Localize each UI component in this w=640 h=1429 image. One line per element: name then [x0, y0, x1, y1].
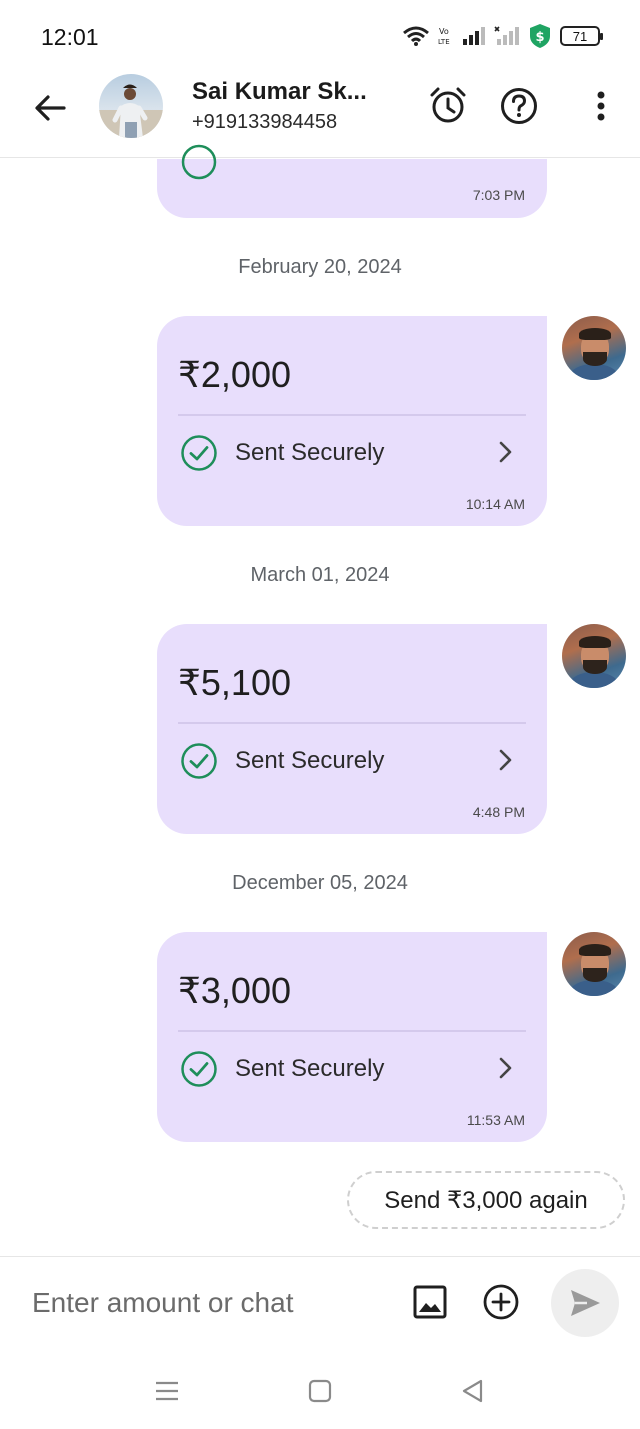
date-separator: December 05, 2024: [232, 872, 408, 894]
send-again-label: Send ₹3,000 again: [384, 1186, 588, 1214]
menu-icon[interactable]: [153, 1377, 181, 1405]
payment-status: Sent Securely: [235, 439, 385, 466]
battery-icon: 71: [560, 26, 603, 46]
sender-avatar: [562, 624, 626, 688]
bubble-divider: [178, 722, 526, 724]
bubble-time: 4:48 PM: [472, 804, 525, 820]
status-time: 12:01: [41, 24, 99, 50]
home-square-icon[interactable]: [306, 1377, 334, 1405]
bubble-time: 10:14 AM: [465, 496, 525, 512]
bubble-divider: [178, 1030, 526, 1032]
payment-status: Sent Securely: [235, 1055, 385, 1082]
check-circle-icon: [181, 435, 217, 471]
chat-input-bar: [0, 1256, 640, 1348]
date-separator: February 20, 2024: [238, 256, 402, 278]
chevron-right-icon[interactable]: [493, 440, 517, 464]
image-icon[interactable]: [411, 1283, 449, 1321]
wifi-icon: [403, 26, 429, 46]
contact-name[interactable]: Sai Kumar Sk...: [192, 78, 367, 106]
svg-text:LTE: LTE: [438, 38, 450, 46]
check-circle-icon: [181, 1051, 217, 1087]
payment-amount: ₹2,000: [178, 354, 291, 395]
system-nav-bar: [0, 1348, 640, 1429]
shield-dollar-icon: $: [530, 24, 550, 48]
check-circle-icon: [181, 743, 217, 779]
check-circle-icon: [181, 144, 217, 180]
contact-phone: +919133984458: [192, 111, 338, 133]
bubble-time: 11:53 AM: [466, 1112, 525, 1128]
send-icon: [571, 1290, 600, 1316]
payment-status: Sent Securely: [235, 747, 385, 774]
date-separator: March 01, 2024: [250, 564, 390, 586]
signal-no-service-icon: [494, 26, 519, 45]
send-button[interactable]: [551, 1269, 619, 1337]
bubble-time: 7:03 PM: [472, 187, 525, 203]
volte-icon: Vo LTE: [438, 27, 450, 46]
contact-photo: [99, 84, 163, 138]
chevron-right-icon[interactable]: [493, 1056, 517, 1080]
help-icon[interactable]: [499, 86, 539, 126]
back-arrow-icon[interactable]: [30, 88, 70, 128]
battery-level: 71: [572, 28, 588, 44]
status-icons: Vo LTE $ 71: [402, 22, 603, 50]
payment-bubble[interactable]: ₹3,000 Sent Securely 11:53 AM: [157, 932, 547, 1142]
payment-bubble-partial[interactable]: 7:03 PM: [157, 144, 547, 218]
contact-avatar[interactable]: [99, 74, 163, 138]
payment-amount: ₹3,000: [178, 970, 291, 1011]
sender-avatar: [562, 932, 626, 996]
back-triangle-icon[interactable]: [459, 1377, 487, 1405]
sender-avatar: [562, 316, 626, 380]
chat-input[interactable]: [22, 1275, 382, 1331]
svg-text:$: $: [536, 30, 545, 45]
chevron-right-icon[interactable]: [493, 748, 517, 772]
alarm-clock-icon[interactable]: [428, 86, 468, 126]
bubble-divider: [178, 414, 526, 416]
payment-bubble[interactable]: ₹5,100 Sent Securely 4:48 PM: [157, 624, 547, 834]
status-bar: 12:01 Vo LTE $ 71: [0, 0, 640, 70]
svg-text:Vo: Vo: [439, 27, 449, 36]
more-vert-icon[interactable]: [581, 86, 621, 126]
send-again-button[interactable]: Send ₹3,000 again: [347, 1171, 625, 1229]
signal-icon: [463, 27, 485, 45]
chat-header: Sai Kumar Sk... +919133984458: [0, 70, 640, 158]
add-circle-icon[interactable]: [482, 1283, 520, 1321]
payment-amount: ₹5,100: [178, 662, 291, 703]
payment-bubble[interactable]: ₹2,000 Sent Securely 10:14 AM: [157, 316, 547, 526]
